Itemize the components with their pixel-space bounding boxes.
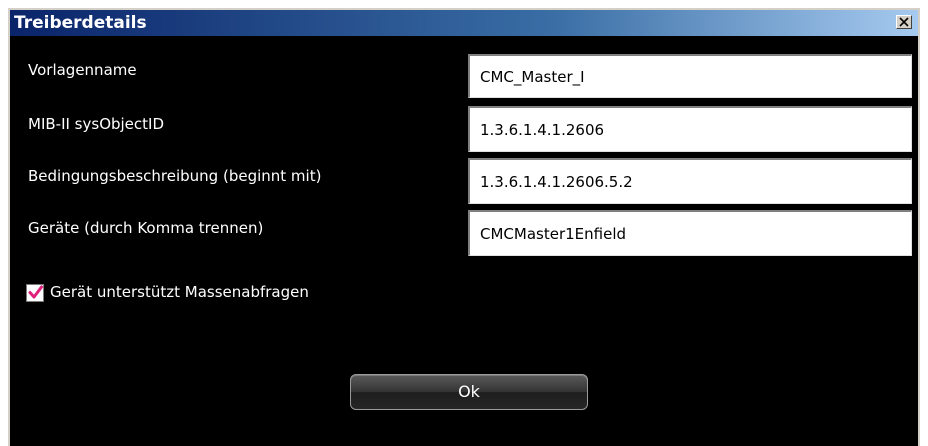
template-name-input[interactable] [468,54,912,98]
driver-details-dialog: Treiberdetails Vorlagenname MIB-II sysOb… [8,8,920,446]
ok-button[interactable]: Ok [350,374,588,410]
sysobjectid-label: MIB-II sysObjectID [28,115,165,133]
template-name-label: Vorlagenname [28,61,137,79]
window-title: Treiberdetails [14,13,147,33]
bulk-query-label[interactable]: Gerät unterstützt Massenabfragen [50,282,309,302]
title-bar[interactable]: Treiberdetails [10,10,918,36]
checkmark-icon [28,285,43,299]
close-icon [899,17,909,27]
condition-description-label: Bedingungsbeschreibung (beginnt mit) [28,167,322,185]
condition-description-input[interactable] [468,158,912,204]
devices-label: Geräte (durch Komma trennen) [28,219,264,237]
sysobjectid-input[interactable] [468,106,912,152]
bulk-query-checkbox[interactable] [26,284,44,302]
close-button[interactable] [896,15,912,29]
devices-input[interactable] [468,210,912,256]
